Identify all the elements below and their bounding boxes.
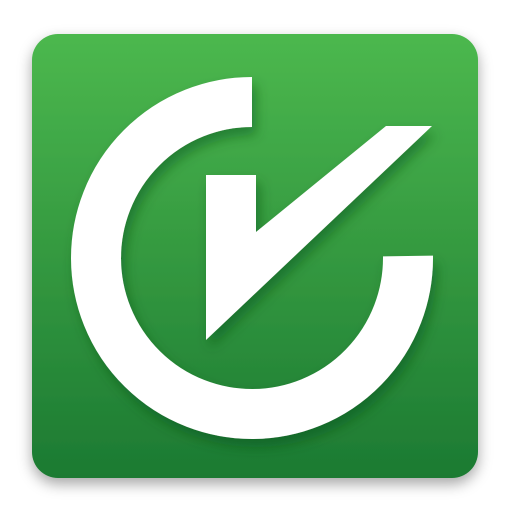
check-circle-logo-icon: [32, 34, 478, 478]
app-icon[interactable]: [0, 0, 512, 512]
